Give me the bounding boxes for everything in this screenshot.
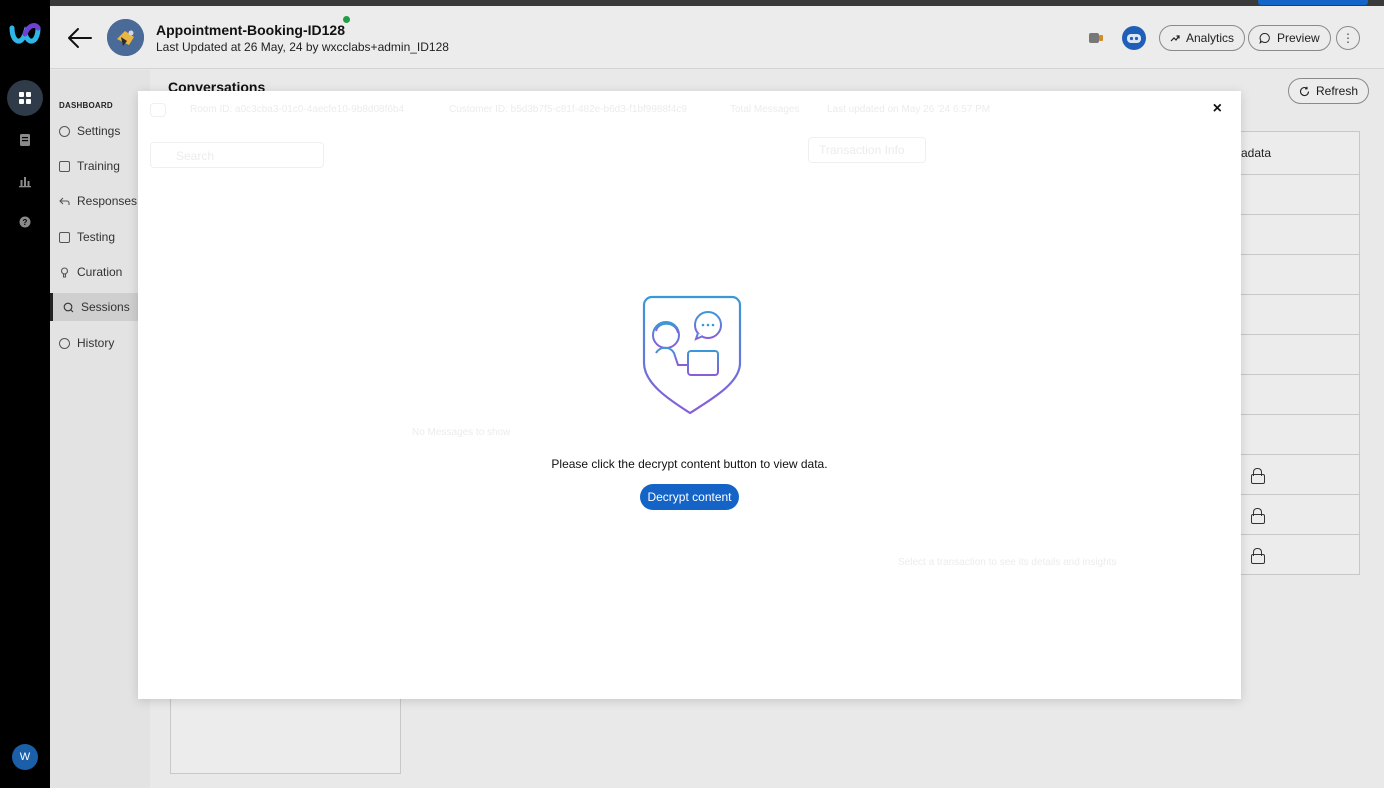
window-top-strip	[50, 0, 1384, 6]
close-modal-button[interactable]: ×	[1213, 101, 1222, 117]
refresh-button[interactable]: Refresh	[1288, 78, 1370, 104]
analytics-button-label: Analytics	[1186, 31, 1235, 45]
robot-face-icon	[1127, 34, 1141, 43]
testing-icon	[59, 231, 70, 243]
session-list-panel	[170, 698, 401, 774]
sidebar-item-training[interactable]: Training	[50, 152, 150, 180]
sidebar-item-responses[interactable]: Responses	[50, 187, 150, 215]
ghost-select-hint: Select a transaction to see its details …	[898, 557, 1117, 568]
bot-last-updated: Last Updated at 26 May, 24 by wxcclabs+a…	[156, 40, 449, 54]
grid-icon	[19, 92, 31, 104]
reply-icon	[59, 196, 70, 207]
preview-button-label: Preview	[1277, 31, 1320, 45]
unlock-icon[interactable]	[1251, 467, 1265, 484]
back-arrow-icon[interactable]	[67, 26, 93, 50]
secure-conversation-illustration-icon	[642, 295, 742, 415]
bot-assistant-icon[interactable]	[1122, 26, 1146, 50]
ghost-checkbox	[150, 103, 166, 117]
ghost-no-messages: No Messages to show	[412, 427, 511, 438]
sidebar-item-curation[interactable]: Curation	[50, 258, 150, 286]
top-accent-bar	[1258, 0, 1368, 5]
bot-avatar	[107, 19, 144, 56]
more-options-button[interactable]: ⋮	[1336, 26, 1360, 50]
sidebar-item-testing[interactable]: Testing	[50, 223, 150, 251]
ghost-session-id: Room ID: a0c3cba3-01c0-4aecfe10-9b8d08f6…	[190, 104, 405, 115]
history-icon	[59, 337, 70, 349]
svg-text:?: ?	[23, 218, 28, 227]
ghost-search-placeholder: Search	[176, 149, 215, 163]
decrypt-modal: × Room ID: a0c3cba3-01c0-4aecfe10-9b8d08…	[138, 91, 1241, 699]
preview-button[interactable]: Preview	[1248, 25, 1331, 51]
bot-avatar-image-icon	[107, 19, 144, 56]
user-avatar[interactable]: W	[12, 744, 38, 770]
decrypt-prompt-text: Please click the decrypt content button …	[551, 457, 828, 471]
sidebar-section-label: DASHBOARD	[59, 101, 113, 110]
translate-icon[interactable]	[1088, 30, 1108, 46]
bar-chart-icon	[19, 177, 31, 188]
analytics-button[interactable]: Analytics	[1159, 25, 1246, 51]
training-icon	[59, 160, 70, 172]
sidebar-item-history[interactable]: History	[50, 329, 150, 357]
bulb-icon	[59, 266, 70, 278]
bot-title: Appointment-Booking-ID128	[156, 22, 345, 38]
help-rail-button[interactable]: ?	[7, 204, 43, 240]
app-rail: ? W	[0, 0, 50, 788]
sidebar-item-label: Curation	[77, 265, 123, 279]
sidebar-item-sessions[interactable]: Sessions	[50, 293, 150, 321]
trend-up-icon	[1170, 35, 1180, 42]
sidebar-item-label: Settings	[77, 124, 121, 138]
refresh-icon	[1300, 86, 1310, 96]
unlock-icon[interactable]	[1251, 548, 1265, 564]
sidebar-item-label: Sessions	[81, 300, 130, 314]
chat-bubble-icon	[1259, 33, 1270, 44]
decrypt-content-button[interactable]: Decrypt content	[640, 484, 739, 510]
document-icon	[20, 134, 30, 146]
sidebar-item-label: Testing	[77, 230, 116, 244]
documents-rail-button[interactable]	[7, 122, 43, 158]
dashboard-sidebar: DASHBOARD Settings Training Responses Te…	[50, 70, 150, 788]
refresh-button-label: Refresh	[1316, 84, 1359, 98]
analytics-rail-button[interactable]	[7, 163, 43, 199]
webex-logo-icon[interactable]	[9, 22, 41, 48]
dashboard-rail-button[interactable]	[7, 80, 43, 116]
ghost-total-messages: Total Messages	[730, 104, 800, 115]
ghost-customer-id: Customer ID: b5d3b7f5-c81f-482e-b6d3-f1b…	[449, 104, 687, 115]
sidebar-item-settings[interactable]: Settings	[50, 117, 150, 145]
sidebar-item-label: Training	[77, 159, 120, 173]
help-icon: ?	[19, 216, 31, 228]
gear-icon	[59, 125, 70, 137]
unlock-icon[interactable]	[1251, 507, 1265, 524]
sidebar-item-label: History	[77, 336, 115, 350]
ghost-last-updated: Last updated on May 26 '24 6:57 PM	[827, 104, 991, 115]
sidebar-item-label: Responses	[77, 194, 138, 208]
chat-icon	[63, 302, 74, 313]
ghost-transaction-label: Transaction Info	[819, 143, 905, 157]
